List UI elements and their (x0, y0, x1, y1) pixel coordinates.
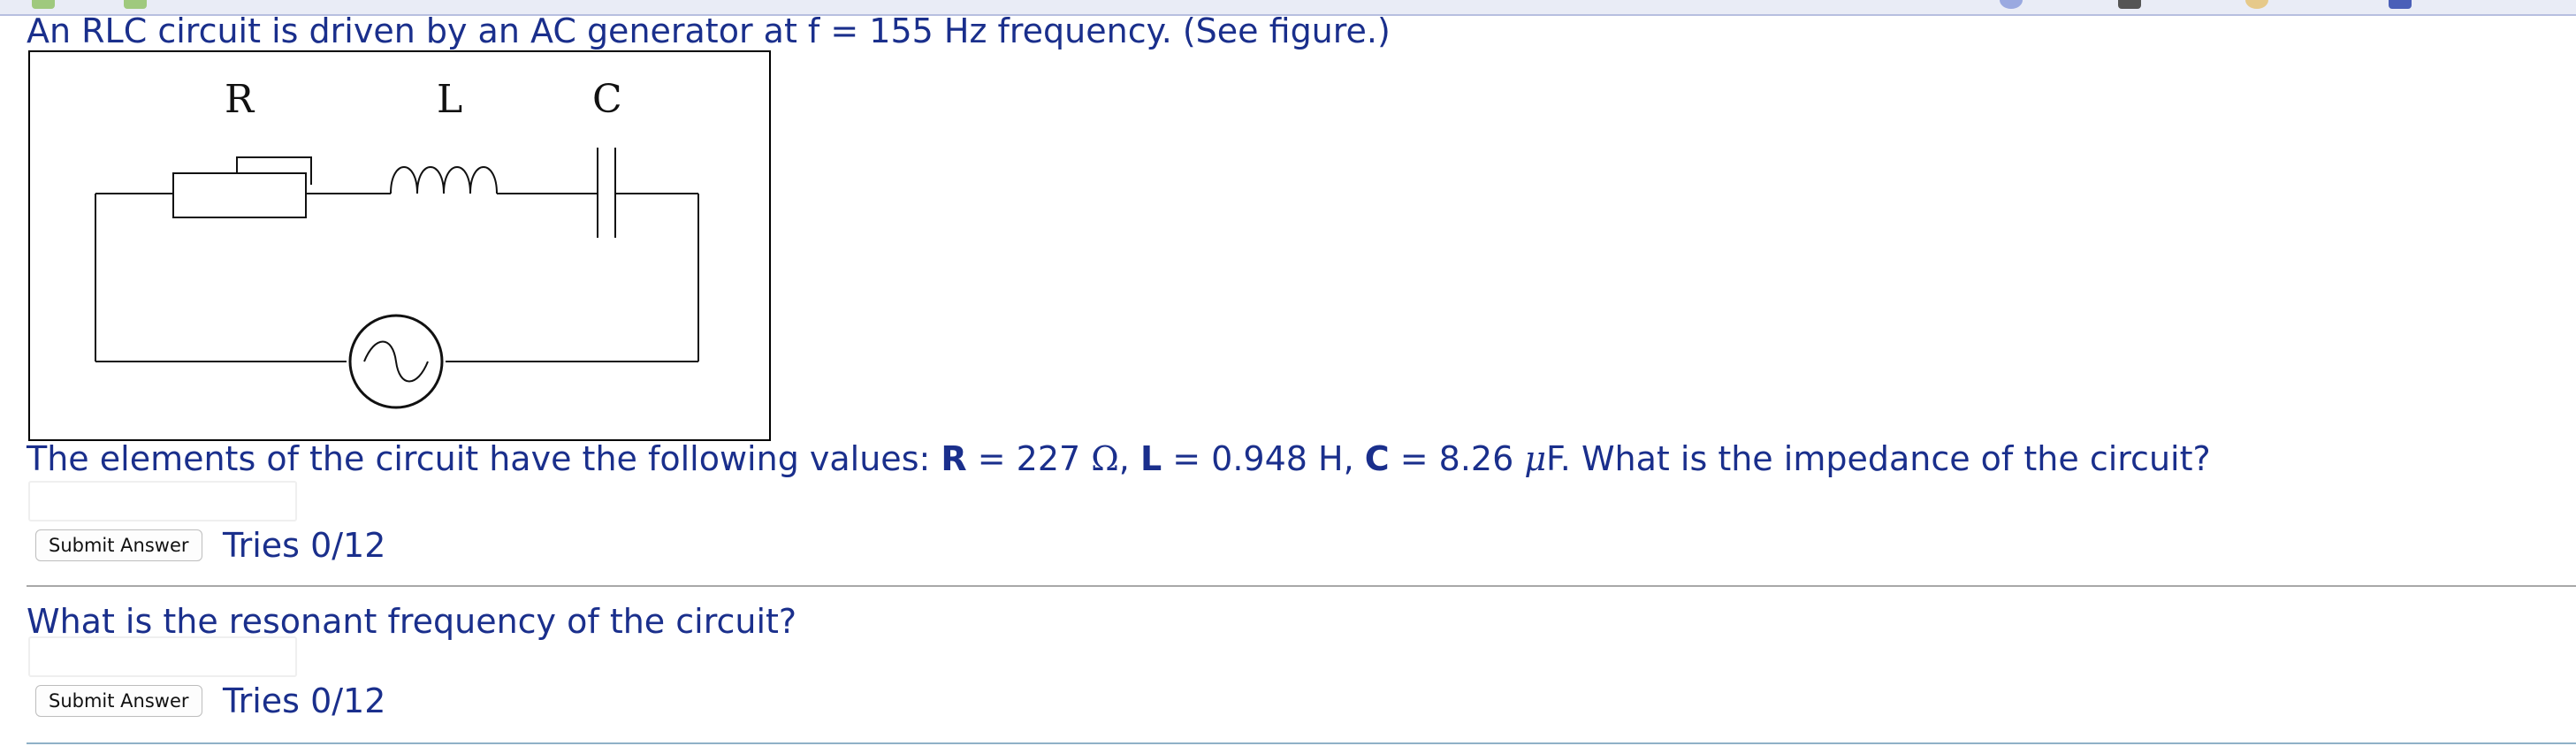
question-intro: An RLC circuit is driven by an AC genera… (27, 11, 1391, 50)
label-r: R (225, 77, 255, 122)
impedance-answer-input[interactable] (28, 481, 297, 521)
help-icon[interactable] (2000, 0, 2023, 9)
circuit-diagram: R L C (95, 77, 699, 409)
label-l: L (437, 77, 462, 122)
resistor-symbol (172, 172, 307, 218)
section-divider (27, 585, 2576, 587)
submit-resonant-frequency-button[interactable]: Submit Answer (35, 685, 202, 717)
feedback-icon[interactable] (2245, 0, 2268, 9)
calculator-icon[interactable] (2389, 0, 2412, 9)
bottom-divider (27, 742, 2576, 744)
c-label: C (1364, 439, 1390, 478)
forward-arrow-icon[interactable] (124, 0, 147, 9)
sine-wave (363, 340, 429, 383)
tries-counter-resonant: Tries 0/12 (223, 681, 386, 720)
resonant-frequency-answer-input[interactable] (28, 636, 297, 677)
rlc-circuit-figure: R L C (28, 50, 771, 441)
tries-counter-impedance: Tries 0/12 (223, 526, 386, 565)
notes-icon[interactable] (2118, 0, 2141, 9)
ohm-symbol: Ω (1091, 439, 1119, 478)
back-arrow-icon[interactable] (32, 0, 55, 9)
question-impedance: The elements of the circuit have the fol… (27, 439, 2211, 478)
r-label: R (941, 439, 967, 478)
submit-impedance-button[interactable]: Submit Answer (35, 529, 202, 561)
inductor-symbol (390, 166, 498, 194)
micro-symbol: μ (1524, 439, 1547, 478)
label-c: C (592, 77, 622, 122)
l-label: L (1139, 439, 1162, 478)
